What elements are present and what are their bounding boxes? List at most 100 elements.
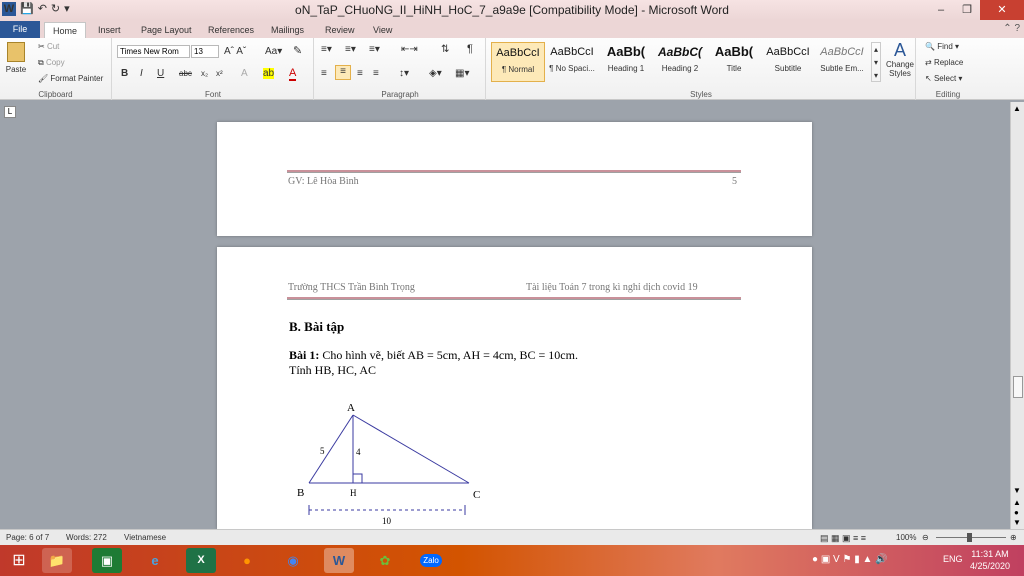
scissors-icon: ✂ xyxy=(38,42,45,51)
styles-scroll-icon[interactable]: ▴ ▾ ▾ xyxy=(871,42,881,82)
cursor-icon: ↖ xyxy=(925,74,932,83)
prev-page-icon[interactable]: ▲ xyxy=(1013,498,1021,507)
brush-icon: 🖌 xyxy=(38,74,49,83)
strikethrough-button[interactable]: abc xyxy=(179,69,192,78)
superscript-button[interactable]: x² xyxy=(216,69,223,78)
copy-button[interactable]: ⧉ Copy xyxy=(38,58,65,68)
clipboard-group: Paste ✂ Cut ⧉ Copy 🖌 Format Painter Clip… xyxy=(0,38,112,100)
style-no-spacing[interactable]: AaBbCcI ¶ No Spaci... xyxy=(545,42,599,82)
style-normal[interactable]: AaBbCcI ¶ Normal xyxy=(491,42,545,82)
style-heading-2[interactable]: AaBbC( Heading 2 xyxy=(653,42,707,82)
highlight-icon[interactable]: ab xyxy=(263,68,275,79)
system-tray-icons[interactable]: ● ▣ V ⚑ ▮ ▲ 🔊 xyxy=(812,554,888,565)
clipboard-label: Clipboard xyxy=(38,90,73,99)
store-icon[interactable]: ▣ xyxy=(92,548,122,573)
scroll-thumb[interactable] xyxy=(1013,376,1023,398)
tab-home[interactable]: Home xyxy=(44,22,86,38)
word-count[interactable]: Words: 272 xyxy=(66,533,107,542)
underline-button[interactable]: U xyxy=(157,68,164,79)
scroll-down-icon[interactable]: ▼ xyxy=(1013,486,1021,495)
multilevel-icon[interactable]: ≡▾ xyxy=(369,44,380,55)
style-subtitle[interactable]: AaBbCcI Subtitle xyxy=(761,42,815,82)
start-windows-icon[interactable]: ⊞ xyxy=(4,548,34,573)
tab-mailings[interactable]: Mailings xyxy=(271,22,304,38)
select-button[interactable]: ↖ Select ▾ xyxy=(925,74,962,83)
ruler-toggle-icon[interactable]: L xyxy=(4,106,16,118)
minimize-button[interactable]: – xyxy=(928,0,954,20)
grow-font-icon[interactable]: Aˆ Aˇ xyxy=(224,46,246,57)
close-button[interactable]: ✕ xyxy=(980,0,1024,20)
next-page-icon[interactable]: ▼ xyxy=(1013,518,1021,527)
tab-page-layout[interactable]: Page Layout xyxy=(141,22,192,38)
tab-references[interactable]: References xyxy=(208,22,254,38)
paragraph-group: ≡▾ ≡▾ ≡▾ ⇤⇥ ⇅ ¶ ≡ ≡ ≡ ≡ ↕▾ ◈▾ ▦▾ Paragra… xyxy=(315,38,486,100)
replace-button[interactable]: ⇄ Replace xyxy=(925,58,963,67)
file-explorer-icon[interactable]: 📁 xyxy=(42,548,72,573)
font-family-select[interactable]: Times New Rom xyxy=(117,45,190,58)
line-spacing-icon[interactable]: ↕▾ xyxy=(399,68,409,79)
footer-author: GV: Lê Hòa Bình xyxy=(288,176,359,187)
input-language[interactable]: ENG xyxy=(943,554,963,564)
shading-icon[interactable]: ◈▾ xyxy=(429,68,442,79)
sort-icon[interactable]: ⇅ xyxy=(441,44,449,55)
excel-icon[interactable]: X xyxy=(186,548,216,573)
page-count[interactable]: Page: 6 of 7 xyxy=(6,533,49,542)
length-ab-label: 5 xyxy=(320,446,325,456)
zalo-icon[interactable]: Zalo xyxy=(416,548,446,573)
align-left-icon[interactable]: ≡ xyxy=(321,68,327,79)
help-icon[interactable]: ⌃ ? xyxy=(1003,23,1020,34)
header-rule xyxy=(287,297,741,300)
find-button[interactable]: 🔍 Find ▾ xyxy=(925,42,959,51)
ribbon-tabs: File Home Insert Page Layout References … xyxy=(0,20,1024,38)
view-buttons[interactable]: ▤ ▦ ▣ ≡ ≡ xyxy=(820,533,866,544)
word-taskbar-icon[interactable]: W xyxy=(324,548,354,573)
numbering-icon[interactable]: ≡▾ xyxy=(345,44,356,55)
editing-label: Editing xyxy=(935,90,961,99)
header-doc-title: Tài liệu Toán 7 trong kì nghỉ dịch covid… xyxy=(526,282,698,293)
footer-rule xyxy=(287,170,741,173)
bold-button[interactable]: B xyxy=(121,68,128,79)
cut-button[interactable]: ✂ Cut xyxy=(38,42,59,51)
tab-insert[interactable]: Insert xyxy=(98,22,121,38)
language-indicator[interactable]: Vietnamese xyxy=(124,533,166,542)
align-center-icon[interactable]: ≡ xyxy=(335,65,351,80)
show-marks-icon[interactable]: ¶ xyxy=(467,43,473,55)
change-styles-button[interactable]: A Change Styles xyxy=(885,40,915,78)
clock[interactable]: 11:31 AM 4/25/2020 xyxy=(970,548,1010,572)
firefox-icon[interactable]: ● xyxy=(232,548,262,573)
ie-icon[interactable]: e xyxy=(140,548,170,573)
italic-button[interactable]: I xyxy=(140,68,143,79)
restore-button[interactable]: ❐ xyxy=(954,0,980,20)
indent-icon[interactable]: ⇤⇥ xyxy=(401,44,418,55)
tab-review[interactable]: Review xyxy=(325,22,355,38)
zoom-slider-thumb[interactable] xyxy=(967,533,972,542)
font-color-icon[interactable]: A xyxy=(289,67,297,81)
chrome-icon[interactable]: ◉ xyxy=(278,548,308,573)
borders-icon[interactable]: ▦▾ xyxy=(455,68,469,79)
style-heading-1[interactable]: AaBb( Heading 1 xyxy=(599,42,653,82)
text-effects-icon[interactable]: A xyxy=(241,68,248,79)
format-painter-button[interactable]: 🖌 Format Painter xyxy=(38,74,103,83)
tab-file[interactable]: File xyxy=(0,21,40,38)
style-title[interactable]: AaBb( Title xyxy=(707,42,761,82)
paste-button[interactable]: Paste xyxy=(4,42,28,74)
style-subtle-emphasis[interactable]: AaBbCcI Subtle Em... xyxy=(815,42,869,82)
justify-icon[interactable]: ≡ xyxy=(373,68,379,79)
bullets-icon[interactable]: ≡▾ xyxy=(321,44,332,55)
align-right-icon[interactable]: ≡ xyxy=(357,68,363,79)
side-ac xyxy=(352,414,470,484)
clear-format-icon[interactable]: ✎ xyxy=(293,44,302,57)
vertical-scrollbar[interactable]: ▲ ▼ ▲ ● ▼ xyxy=(1010,102,1024,529)
change-case-icon[interactable]: Aa▾ xyxy=(265,46,282,57)
subscript-button[interactable]: x₂ xyxy=(201,69,208,78)
font-size-select[interactable]: 13 xyxy=(191,45,219,58)
vertex-a-label: A xyxy=(347,402,355,414)
tab-view[interactable]: View xyxy=(373,22,392,38)
zoom-level[interactable]: 100% xyxy=(896,533,916,542)
browse-object-icon[interactable]: ● xyxy=(1014,508,1019,517)
zoom-in-icon[interactable]: ⊕ xyxy=(1010,533,1017,542)
scroll-up-icon[interactable]: ▲ xyxy=(1013,104,1021,113)
zoom-out-icon[interactable]: ⊖ xyxy=(922,533,929,542)
taskbar: ⊞ 📁 ▣ e X ● ◉ W ✿ Zalo ● ▣ V ⚑ ▮ ▲ 🔊 ENG… xyxy=(0,545,1024,576)
coccoc-icon[interactable]: ✿ xyxy=(370,548,400,573)
